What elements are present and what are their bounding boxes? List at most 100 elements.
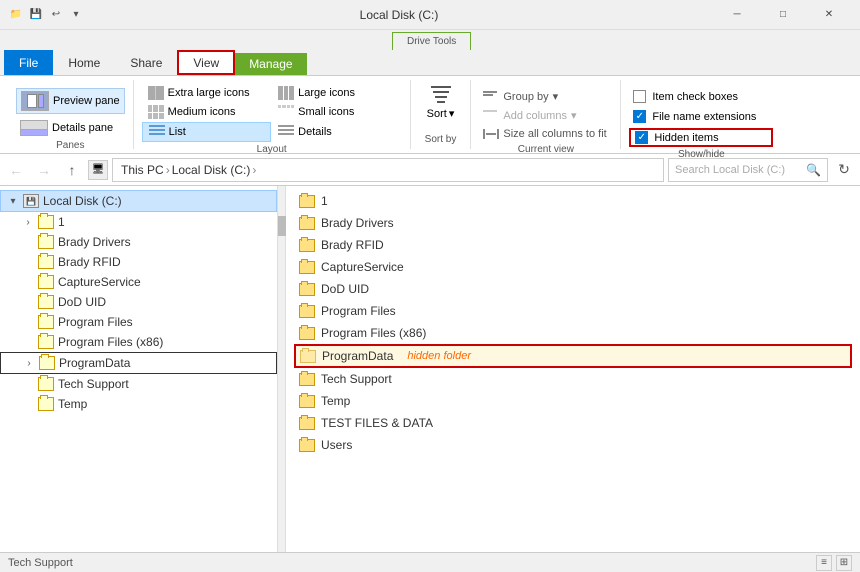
tree-scrollbar[interactable] xyxy=(278,186,286,552)
close-button[interactable]: ✕ xyxy=(806,0,852,30)
size-all-columns-button[interactable]: Size all columns to fit xyxy=(479,126,612,142)
file-label-programdata: ProgramData xyxy=(322,349,393,363)
group-by-button[interactable]: Group by ▾ xyxy=(479,88,612,105)
large-view-icon[interactable]: ⊞ xyxy=(836,555,852,571)
medium-icons-button[interactable]: Medium icons xyxy=(142,103,272,121)
tree-item-program-files[interactable]: Program Files xyxy=(0,312,277,332)
add-columns-button[interactable]: Add columns ▾ xyxy=(479,107,612,124)
refresh-button[interactable]: ↻ xyxy=(832,158,856,182)
tab-manage[interactable]: Manage xyxy=(235,53,306,75)
group-by-icon xyxy=(483,91,499,103)
tree-expand-captureservice[interactable] xyxy=(20,274,36,290)
tree-expand-root[interactable]: ▾ xyxy=(5,193,21,209)
file-name-extensions-checkbox[interactable]: ✓ xyxy=(633,110,646,123)
status-view-icons: ≡ ⊞ xyxy=(816,555,852,571)
item-checkboxes-checkbox[interactable] xyxy=(633,90,646,103)
path-local-disk[interactable]: Local Disk (C:) xyxy=(172,163,251,177)
tree-expand-brady-drivers[interactable] xyxy=(20,234,36,250)
folder-program-files-x86-icon xyxy=(38,335,54,349)
details-button[interactable]: Details xyxy=(272,122,402,142)
details-view-icon[interactable]: ≡ xyxy=(816,555,832,571)
tree-expand-tech-support[interactable] xyxy=(20,376,36,392)
tree-item-brady-drivers[interactable]: Brady Drivers xyxy=(0,232,277,252)
tree-expand-programdata[interactable]: › xyxy=(21,355,37,371)
hidden-items-checkbox[interactable]: ✓ xyxy=(635,131,648,144)
file-label-captureservice: CaptureService xyxy=(321,260,404,274)
current-view-group-label: Current view xyxy=(479,142,612,155)
file-item-temp[interactable]: Temp xyxy=(294,390,852,412)
tree-expand-program-files-x86[interactable] xyxy=(20,334,36,350)
add-columns-arrow: ▾ xyxy=(571,109,577,122)
file-item-test-files[interactable]: TEST FILES & DATA xyxy=(294,412,852,434)
extra-large-icons-button[interactable]: Extra large icons xyxy=(142,84,272,102)
dropdown-icon[interactable]: ▾ xyxy=(68,7,84,23)
folder-temp-icon xyxy=(38,397,54,411)
tree-item-tech-support[interactable]: Tech Support xyxy=(0,374,277,394)
tree-item-programdata[interactable]: › ProgramData xyxy=(0,352,277,374)
tab-view[interactable]: View xyxy=(177,50,235,75)
tree-label-tech-support: Tech Support xyxy=(58,377,129,391)
back-button[interactable]: ← xyxy=(4,158,28,182)
file-label-program-files-x86: Program Files (x86) xyxy=(321,326,426,340)
file-item-dod-uid[interactable]: DoD UID xyxy=(294,278,852,300)
large-icons-button[interactable]: Large icons xyxy=(272,84,402,102)
tree-label-brady-rfid: Brady RFID xyxy=(58,255,121,269)
tree-root-local-disk[interactable]: ▾ 💾 Local Disk (C:) xyxy=(0,190,277,212)
path-this-pc[interactable]: This PC xyxy=(121,163,164,177)
file-name-extensions-toggle[interactable]: ✓ File name extensions xyxy=(629,108,773,125)
tree-item-brady-rfid[interactable]: Brady RFID xyxy=(0,252,277,272)
sort-by-button[interactable]: Sort ▾ xyxy=(419,84,463,122)
tree-item-dod-uid[interactable]: DoD UID xyxy=(0,292,277,312)
folder-icon-programdata xyxy=(300,350,316,363)
tree-label-captureservice: CaptureService xyxy=(58,275,141,289)
tab-share[interactable]: Share xyxy=(115,50,177,75)
tree-label-brady-drivers: Brady Drivers xyxy=(58,235,131,249)
window-controls[interactable]: ─ □ ✕ xyxy=(714,0,852,30)
up-button[interactable]: ↑ xyxy=(60,158,84,182)
address-bar: ← → ↑ 🖥 This PC › Local Disk (C:) › Sear… xyxy=(0,154,860,186)
search-box[interactable]: Search Local Disk (C:) 🔍 xyxy=(668,158,828,182)
tree-expand-program-files[interactable] xyxy=(20,314,36,330)
tree-label-dod-uid: DoD UID xyxy=(58,295,106,309)
file-item-program-files-x86[interactable]: Program Files (x86) xyxy=(294,322,852,344)
small-icons-button[interactable]: Small icons xyxy=(272,103,402,121)
item-checkboxes-toggle[interactable]: Item check boxes xyxy=(629,88,773,105)
forward-button[interactable]: → xyxy=(32,158,56,182)
file-item-1[interactable]: 1 xyxy=(294,190,852,212)
minimize-button[interactable]: ─ xyxy=(714,0,760,30)
folder-icon-temp xyxy=(299,395,315,408)
tree-item-captureservice[interactable]: CaptureService xyxy=(0,272,277,292)
tab-home[interactable]: Home xyxy=(53,50,115,75)
tree-item-temp[interactable]: Temp xyxy=(0,394,277,414)
file-item-brady-drivers[interactable]: Brady Drivers xyxy=(294,212,852,234)
address-path[interactable]: This PC › Local Disk (C:) › xyxy=(112,158,664,182)
file-item-tech-support[interactable]: Tech Support xyxy=(294,368,852,390)
tree-label-programdata: ProgramData xyxy=(59,356,130,370)
folder-brady-rfid-icon xyxy=(38,255,54,269)
tree-item-1[interactable]: › 1 xyxy=(0,212,277,232)
file-item-program-files[interactable]: Program Files xyxy=(294,300,852,322)
file-item-programdata[interactable]: ProgramData hidden folder xyxy=(294,344,852,368)
tree-expand-1[interactable]: › xyxy=(20,214,36,230)
details-pane-button[interactable]: Details pane xyxy=(16,118,125,138)
tab-file[interactable]: File xyxy=(4,50,53,75)
tree-expand-brady-rfid[interactable] xyxy=(20,254,36,270)
undo-icon: ↩ xyxy=(48,7,64,23)
folder-program-files-icon xyxy=(38,315,54,329)
tree-scrollbar-thumb[interactable] xyxy=(278,216,286,236)
medium-icons-icon xyxy=(148,105,164,119)
maximize-button[interactable]: □ xyxy=(760,0,806,30)
file-item-captureservice[interactable]: CaptureService xyxy=(294,256,852,278)
tree-expand-temp[interactable] xyxy=(20,396,36,412)
file-label-temp: Temp xyxy=(321,394,350,408)
hidden-items-toggle[interactable]: ✓ Hidden items xyxy=(629,128,773,147)
list-button[interactable]: List xyxy=(142,122,272,142)
tree-expand-dod-uid[interactable] xyxy=(20,294,36,310)
details-pane-icon xyxy=(20,120,48,136)
folder-dod-uid-icon xyxy=(38,295,54,309)
file-item-users[interactable]: Users xyxy=(294,434,852,456)
preview-pane-button[interactable]: Preview pane xyxy=(16,88,125,114)
tree-item-program-files-x86[interactable]: Program Files (x86) xyxy=(0,332,277,352)
file-item-brady-rfid[interactable]: Brady RFID xyxy=(294,234,852,256)
search-placeholder: Search Local Disk (C:) xyxy=(675,164,785,176)
